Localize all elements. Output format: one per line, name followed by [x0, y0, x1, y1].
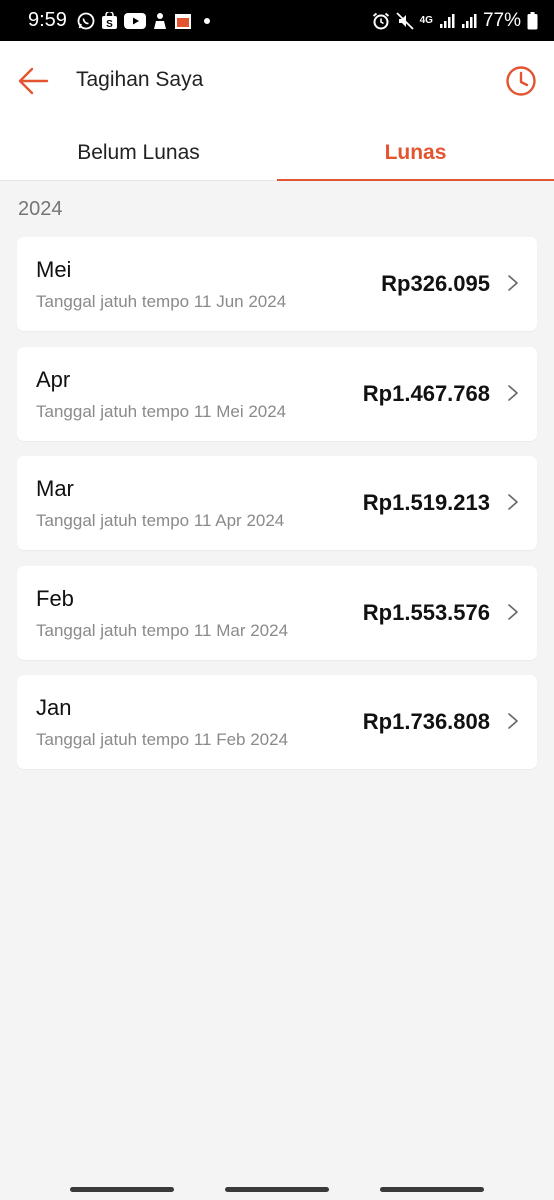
- bill-amount: Rp326.095: [381, 271, 490, 296]
- bill-card[interactable]: Mei Tanggal jatuh tempo 11 Jun 2024 Rp32…: [17, 237, 537, 331]
- bill-month: Mar: [36, 476, 74, 501]
- signal-icon: [461, 13, 477, 29]
- shopee-icon: S: [101, 11, 118, 30]
- bill-amount: Rp1.736.808: [362, 709, 490, 734]
- status-time: 9:59: [28, 9, 67, 31]
- bill-due-date: Tanggal jatuh tempo 11 Mar 2024: [36, 620, 289, 640]
- chevron-right-icon: [508, 713, 518, 729]
- status-bar: 9:59 S 4G 77%: [0, 0, 554, 41]
- tab-bar: Belum Lunas Lunas: [0, 125, 554, 181]
- bill-amount: Rp1.553.576: [362, 599, 490, 625]
- tab-lunas[interactable]: Lunas: [277, 125, 554, 181]
- bill-card[interactable]: Jan Tanggal jatuh tempo 11 Feb 2024 Rp1.…: [17, 675, 537, 769]
- svg-text:S: S: [106, 19, 113, 30]
- bill-amount: Rp1.519.213: [362, 490, 490, 515]
- tab-belum-lunas[interactable]: Belum Lunas: [0, 125, 277, 180]
- battery-icon: [527, 11, 538, 30]
- bill-due-date: Tanggal jatuh tempo 11 Apr 2024: [36, 511, 285, 530]
- chevron-right-icon: [508, 275, 518, 291]
- notification-dot-icon: [203, 17, 210, 24]
- calendar-icon: [174, 12, 192, 30]
- bill-month: Apr: [36, 366, 71, 392]
- bill-due-date: Tanggal jatuh tempo 11 Feb 2024: [36, 730, 289, 749]
- app-header: Tagihan Saya Belum Lunas Lunas: [0, 41, 554, 181]
- bill-card[interactable]: Feb Tanggal jatuh tempo 11 Mar 2024 Rp1.…: [17, 565, 537, 660]
- youtube-icon: [123, 12, 146, 29]
- whatsapp-icon: [77, 12, 95, 30]
- page-title: Tagihan Saya: [76, 68, 204, 91]
- nav-back-handle[interactable]: [380, 1187, 484, 1192]
- history-button[interactable]: [503, 63, 539, 99]
- bill-card[interactable]: Apr Tanggal jatuh tempo 11 Mei 2024 Rp1.…: [17, 346, 537, 441]
- signal-icon: [439, 13, 455, 29]
- clock-icon: [506, 66, 536, 96]
- chevron-right-icon: [508, 603, 518, 620]
- nav-recents-handle[interactable]: [70, 1187, 174, 1192]
- battery-percentage: 77%: [482, 9, 521, 31]
- bill-list: Mei Tanggal jatuh tempo 11 Jun 2024 Rp32…: [17, 237, 537, 785]
- arrow-left-icon: [18, 67, 49, 95]
- bill-month: Jan: [36, 695, 72, 720]
- bill-month: Feb: [36, 585, 74, 611]
- bill-due-date: Tanggal jatuh tempo 11 Mei 2024: [36, 401, 287, 421]
- bill-card[interactable]: Mar Tanggal jatuh tempo 11 Apr 2024 Rp1.…: [17, 456, 537, 550]
- gesture-nav-bar: [0, 1186, 554, 1200]
- back-button[interactable]: [16, 63, 52, 99]
- bill-amount: Rp1.467.768: [362, 380, 490, 406]
- section-year-label: 2024: [18, 198, 63, 220]
- chevron-right-icon: [508, 494, 518, 510]
- app-icon: [152, 12, 168, 30]
- chevron-right-icon: [508, 384, 518, 401]
- mute-icon: [395, 11, 414, 30]
- bill-due-date: Tanggal jatuh tempo 11 Jun 2024: [36, 292, 287, 311]
- nav-home-handle[interactable]: [225, 1187, 329, 1192]
- alarm-icon: [372, 12, 390, 30]
- network-type-icon: 4G: [419, 15, 433, 26]
- bill-month: Mei: [36, 257, 72, 282]
